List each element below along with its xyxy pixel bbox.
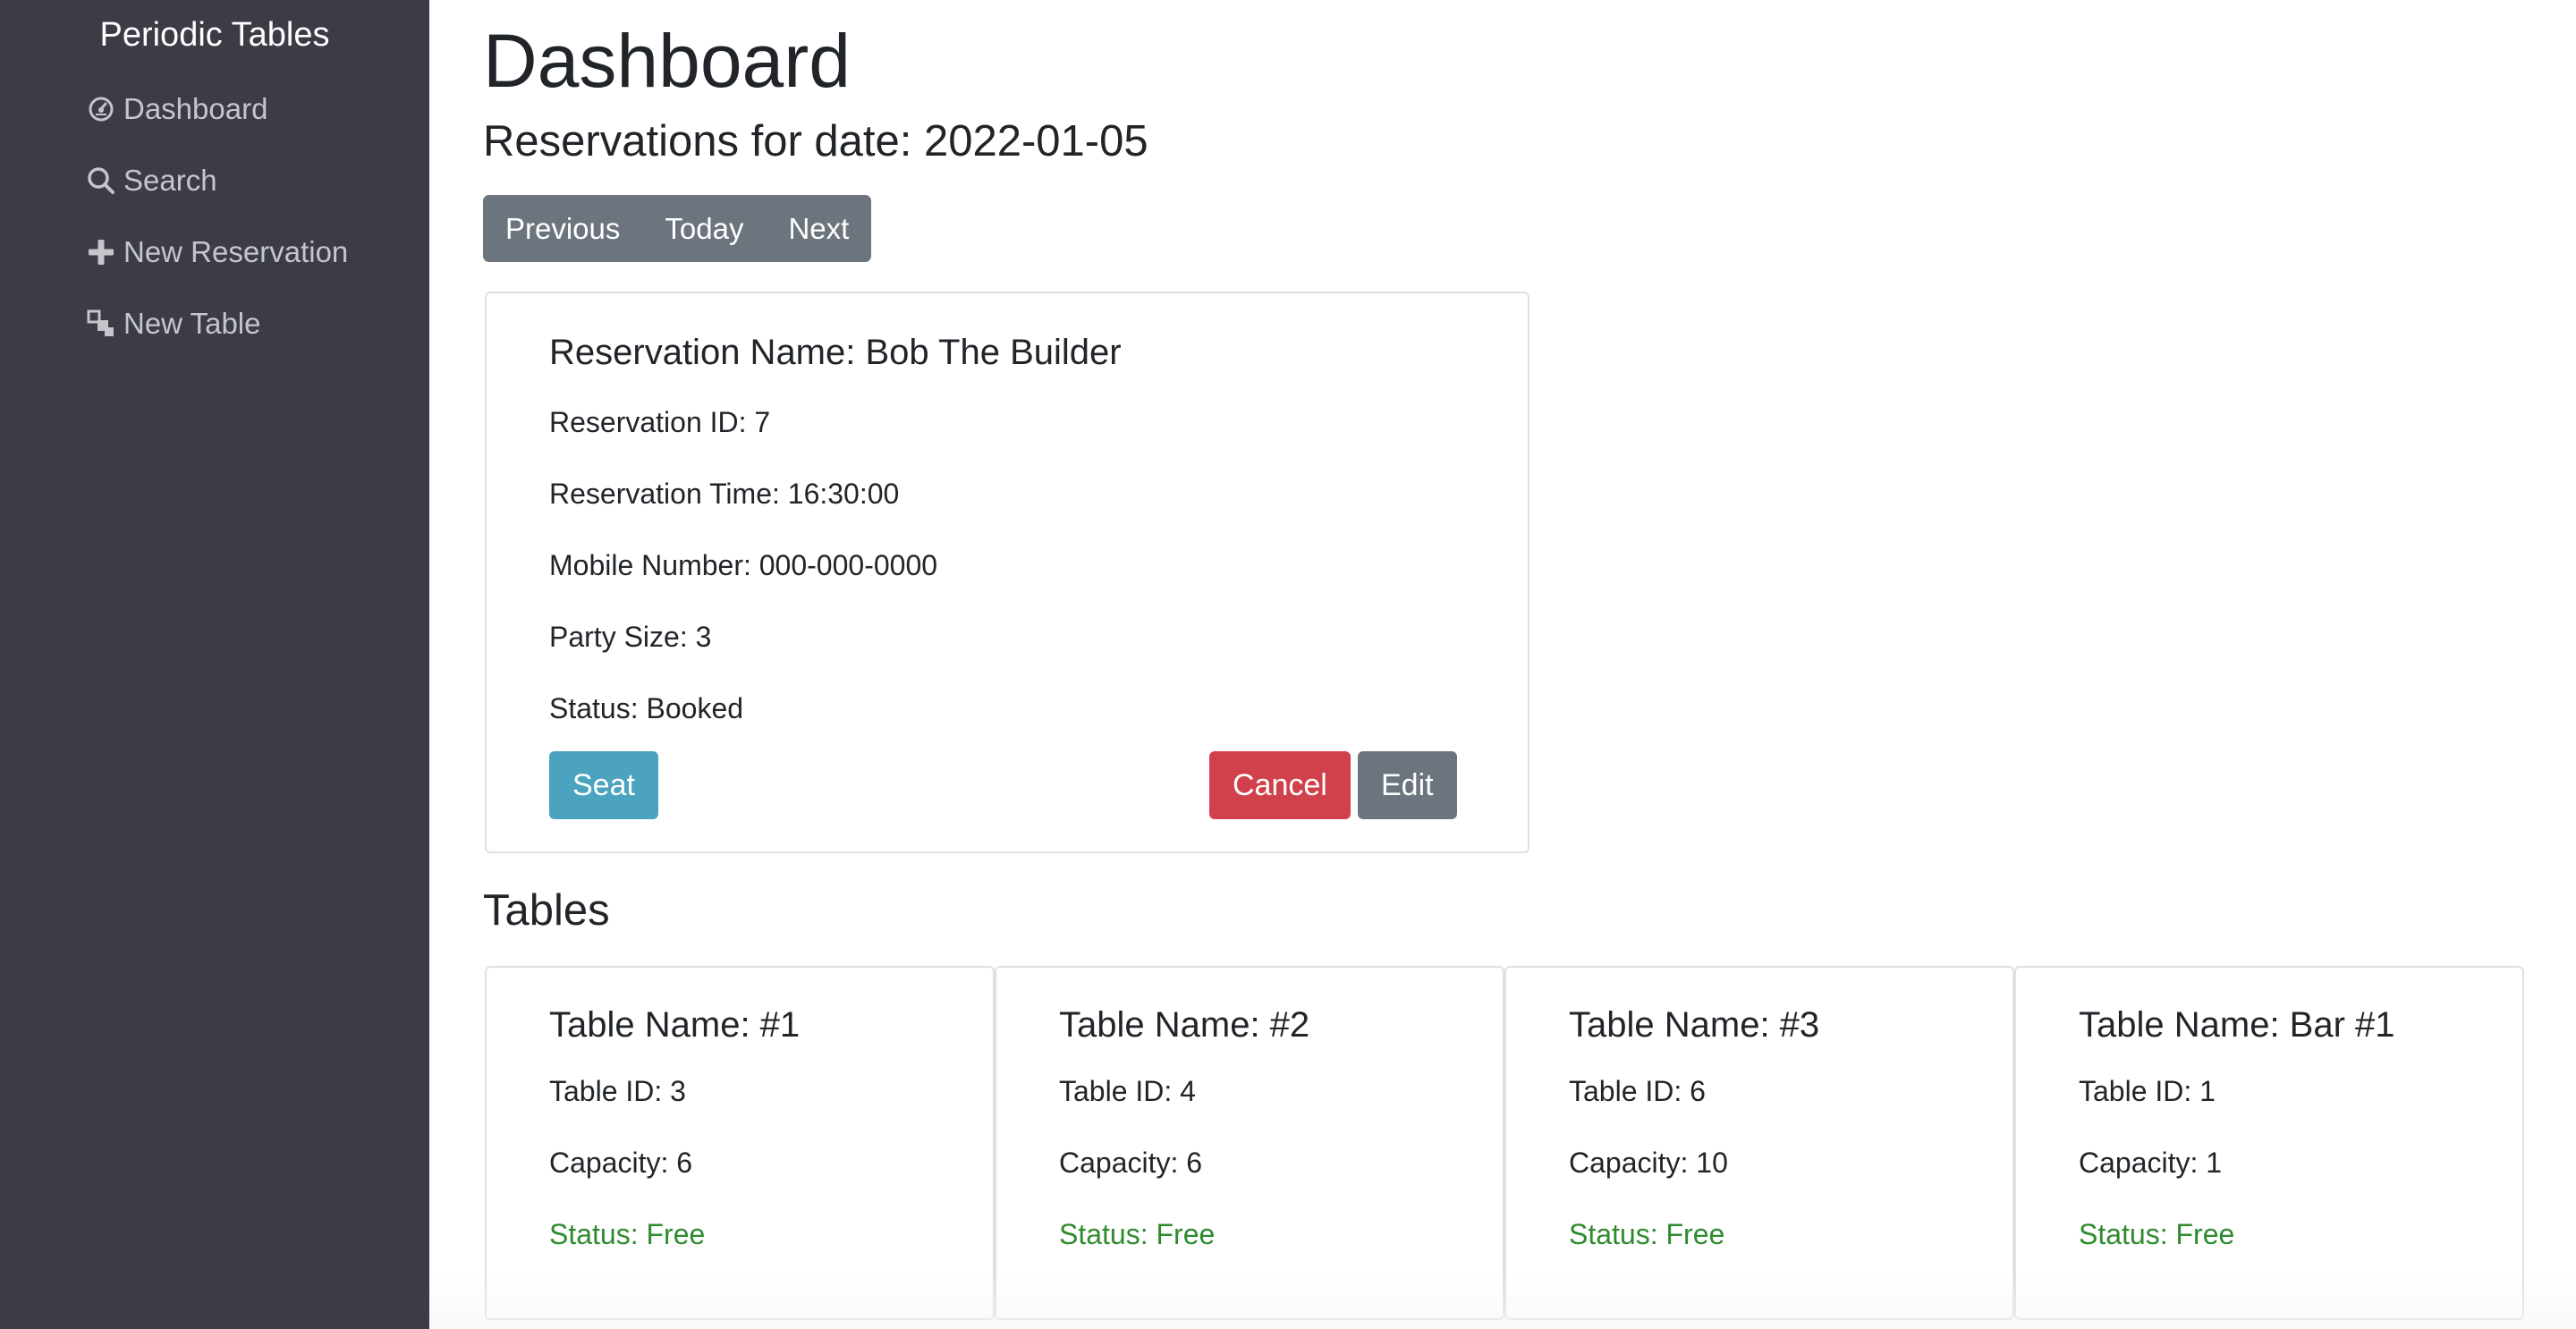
tables-heading: Tables	[483, 886, 610, 935]
reservations-date-heading: Reservations for date: 2022-01-05	[483, 117, 1148, 165]
next-button[interactable]: Next	[766, 195, 872, 262]
sidebar-item-new-table[interactable]: New Table	[86, 301, 260, 346]
sidebar-item-label: New Table	[123, 307, 261, 340]
tables-list: Table Name: #1 Table ID: 3 Capacity: 6 S…	[485, 966, 2524, 1320]
table-id: Table ID: 1	[2079, 1075, 2216, 1107]
table-capacity: Capacity: 10	[1569, 1147, 1728, 1179]
search-icon	[86, 165, 116, 196]
sidebar: Periodic Tables Dashboard Search New Res…	[0, 0, 429, 1329]
sidebar-item-new-reservation[interactable]: New Reservation	[86, 230, 348, 275]
sidebar-item-dashboard[interactable]: Dashboard	[86, 87, 267, 131]
edit-button[interactable]: Edit	[1358, 751, 1457, 819]
table-id: Table ID: 6	[1569, 1075, 1706, 1107]
sidebar-item-label: New Reservation	[123, 235, 349, 268]
table-name: Table Name: Bar #1	[2079, 1005, 2395, 1045]
table-card: Table Name: #2 Table ID: 4 Capacity: 6 S…	[995, 966, 1504, 1320]
plus-icon	[86, 237, 116, 267]
table-icon	[86, 309, 116, 339]
page-title: Dashboard	[483, 19, 851, 103]
previous-button[interactable]: Previous	[483, 195, 643, 262]
dashboard-icon	[86, 94, 116, 124]
table-name: Table Name: #1	[549, 1005, 801, 1045]
sidebar-item-label: Search	[123, 164, 217, 197]
table-id: Table ID: 4	[1059, 1075, 1196, 1107]
sidebar-item-search[interactable]: Search	[86, 158, 217, 203]
today-button[interactable]: Today	[642, 195, 767, 262]
seat-button[interactable]: Seat	[549, 751, 658, 819]
reservation-status: Status: Booked	[549, 692, 744, 724]
sidebar-item-label: Dashboard	[123, 92, 268, 125]
app: Periodic Tables Dashboard Search New Res…	[0, 0, 2576, 1329]
table-name: Table Name: #2	[1059, 1005, 1310, 1045]
table-status: Status: Free	[1569, 1218, 1725, 1250]
date-nav-button-group: Previous Today Next	[483, 195, 872, 262]
table-card: Table Name: Bar #1 Table ID: 1 Capacity:…	[2014, 966, 2524, 1320]
reservation-party-size: Party Size: 3	[549, 621, 712, 653]
reservation-id: Reservation ID: 7	[549, 406, 771, 438]
reservation-card: Reservation Name: Bob The Builder Status…	[485, 292, 1530, 853]
cancel-button[interactable]: Cancel	[1209, 751, 1351, 819]
reservation-time: Reservation Time: 16:30:00	[549, 478, 900, 510]
table-capacity: Capacity: 6	[1059, 1147, 1203, 1179]
reservation-mobile: Mobile Number: 000-000-0000	[549, 549, 938, 581]
table-card: Table Name: #1 Table ID: 3 Capacity: 6 S…	[485, 966, 995, 1320]
table-capacity: Capacity: 6	[549, 1147, 693, 1179]
table-id: Table ID: 3	[549, 1075, 686, 1107]
reservation-name: Reservation Name: Bob The Builder	[549, 333, 1122, 372]
table-name: Table Name: #3	[1569, 1005, 1820, 1045]
table-status: Status: Free	[2079, 1218, 2235, 1250]
table-status: Status: Free	[549, 1218, 706, 1250]
table-status: Status: Free	[1059, 1218, 1216, 1250]
table-capacity: Capacity: 1	[2079, 1147, 2223, 1179]
brand-title[interactable]: Periodic Tables	[0, 13, 429, 57]
table-card: Table Name: #3 Table ID: 6 Capacity: 10 …	[1504, 966, 2014, 1320]
